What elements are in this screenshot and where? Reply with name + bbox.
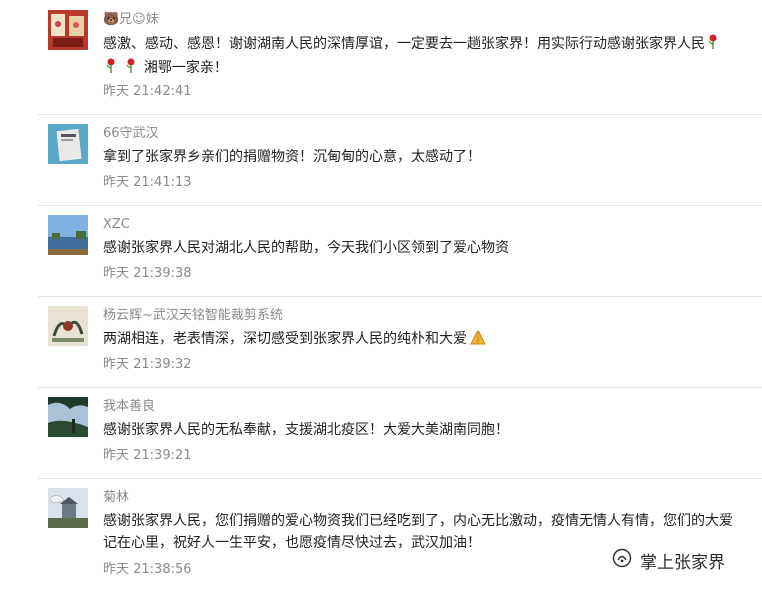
comment-time: 昨天 21:38:56 bbox=[103, 562, 192, 577]
comment-item: 66守武汉 拿到了张家界乡亲们的捐赠物资！沉甸甸的心意，太感动了！ 昨天 21:… bbox=[0, 114, 762, 206]
rose-icon bbox=[125, 58, 137, 81]
comment-item: 菊林 感谢张家界人民，您们捐赠的爱心物资我们已经吃到了，内心无比激动，疫情无情人… bbox=[0, 478, 762, 593]
comment-content: 感谢张家界人民的无私奉献，支援湖北疫区！大爱大美湖南同胞！ bbox=[103, 422, 509, 438]
rose-icon bbox=[707, 34, 719, 57]
avatar[interactable] bbox=[48, 306, 88, 346]
comment-time: 昨天 21:39:32 bbox=[103, 357, 192, 372]
comment-nickname[interactable]: 杨云辉~武汉天铭智能裁剪系统 bbox=[103, 307, 283, 325]
comment-nickname[interactable]: 菊林 bbox=[103, 489, 129, 507]
avatar[interactable] bbox=[48, 124, 88, 164]
comment-item: 我本善良 感谢张家界人民的无私奉献，支援湖北疫区！大爱大美湖南同胞！ 昨天 21… bbox=[0, 387, 762, 479]
watermark-text: 掌上张家界 bbox=[640, 552, 725, 573]
comment-content-text: 两湖相连，老表情深，深切感受到张家界人民的纯朴和大爱 bbox=[103, 331, 467, 347]
avatar[interactable] bbox=[48, 488, 88, 528]
comment-content: 感激、感动、感恩！谢谢湖南人民的深情厚谊，一定要去一趟张家界！用实际行动感谢张家… bbox=[103, 33, 743, 81]
comment-content: 拿到了张家界乡亲们的捐赠物资！沉甸甸的心意，太感动了！ bbox=[103, 149, 481, 165]
avatar[interactable] bbox=[48, 215, 88, 255]
comment-nickname[interactable]: 🐻兄☺妹 bbox=[103, 11, 159, 29]
comment-nickname[interactable]: 我本善良 bbox=[103, 398, 155, 416]
comment-item: 🐻兄☺妹 感激、感动、感恩！谢谢湖南人民的深情厚谊，一定要去一趟张家界！用实际行… bbox=[0, 0, 762, 115]
comment-item: 杨云辉~武汉天铭智能裁剪系统 两湖相连，老表情深，深切感受到张家界人民的纯朴和大… bbox=[0, 296, 762, 388]
watermark: 掌上张家界 bbox=[612, 548, 725, 573]
praying-hands-icon bbox=[469, 329, 487, 352]
comment-time: 昨天 21:39:38 bbox=[103, 266, 192, 281]
comment-content-line: 湘鄂一家亲！ bbox=[143, 60, 228, 76]
wechat-official-account-icon bbox=[612, 548, 632, 572]
avatar[interactable] bbox=[48, 10, 88, 50]
rose-icon bbox=[105, 58, 117, 81]
comment-content: 两湖相连，老表情深，深切感受到张家界人民的纯朴和大爱 bbox=[103, 328, 743, 352]
comment-time: 昨天 21:42:41 bbox=[103, 84, 192, 99]
comment-time: 昨天 21:39:21 bbox=[103, 448, 192, 463]
avatar[interactable] bbox=[48, 397, 88, 437]
comment-item: XZC 感谢张家界人民对湖北人民的帮助，今天我们小区领到了爱心物资 昨天 21:… bbox=[0, 205, 762, 297]
comment-content-line: 感激、感动、感恩！谢谢湖南人民的深情厚谊，一定要去一趟张家界！用实际行动感谢张家… bbox=[103, 36, 705, 52]
comment-content: 感谢张家界人民对湖北人民的帮助，今天我们小区领到了爱心物资 bbox=[103, 240, 509, 256]
comment-time: 昨天 21:41:13 bbox=[103, 175, 192, 190]
comment-nickname[interactable]: XZC bbox=[103, 216, 130, 234]
comment-nickname[interactable]: 66守武汉 bbox=[103, 125, 159, 143]
